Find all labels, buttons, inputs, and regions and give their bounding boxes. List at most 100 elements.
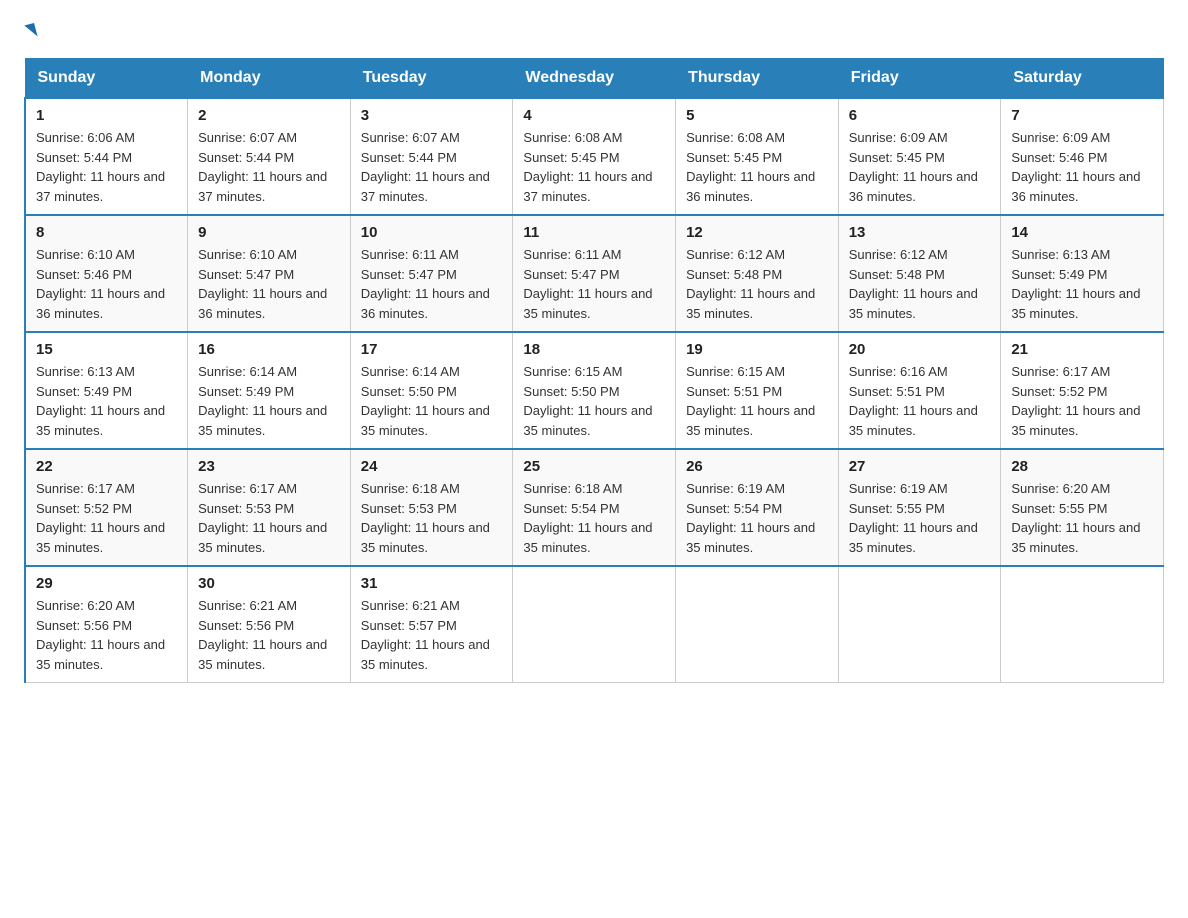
week-row-1: 1Sunrise: 6:06 AMSunset: 5:44 PMDaylight… — [25, 98, 1164, 215]
calendar-table: SundayMondayTuesdayWednesdayThursdayFrid… — [24, 58, 1164, 683]
day-info: Sunrise: 6:06 AMSunset: 5:44 PMDaylight:… — [36, 128, 177, 206]
calendar-header-row: SundayMondayTuesdayWednesdayThursdayFrid… — [25, 59, 1164, 99]
week-row-3: 15 Sunrise: 6:13 AMSunset: 5:49 PMDayligh… — [25, 332, 1164, 449]
calendar-cell: 7 Sunrise: 6:09 AMSunset: 5:46 PMDaylight… — [1001, 98, 1164, 215]
day-info: Sunrise: 6:11 AMSunset: 5:47 PMDaylight:… — [523, 245, 665, 323]
calendar-cell: 24 Sunrise: 6:18 AMSunset: 5:53 PMDayligh… — [350, 449, 513, 566]
week-row-5: 29 Sunrise: 6:20 AMSunset: 5:56 PMDayligh… — [25, 566, 1164, 683]
calendar-cell: 31 Sunrise: 6:21 AMSunset: 5:57 PMDayligh… — [350, 566, 513, 683]
day-header-saturday: Saturday — [1001, 59, 1164, 99]
day-info: Sunrise: 6:19 AMSunset: 5:55 PMDaylight:… — [849, 479, 991, 557]
calendar-cell: 18 Sunrise: 6:15 AMSunset: 5:50 PMDayligh… — [513, 332, 676, 449]
calendar-cell: 30 Sunrise: 6:21 AMSunset: 5:56 PMDayligh… — [188, 566, 351, 683]
day-info: Sunrise: 6:10 AMSunset: 5:46 PMDaylight:… — [36, 245, 177, 323]
calendar-cell: 14Sunrise: 6:13 AMSunset: 5:49 PMDayligh… — [1001, 215, 1164, 332]
day-number: 17 — [361, 341, 503, 358]
day-number: 22 — [36, 458, 177, 475]
day-header-wednesday: Wednesday — [513, 59, 676, 99]
day-number: 27 — [849, 458, 991, 475]
day-number: 23 — [198, 458, 340, 475]
calendar-cell: 11 Sunrise: 6:11 AMSunset: 5:47 PMDayligh… — [513, 215, 676, 332]
calendar-cell — [1001, 566, 1164, 683]
day-number: 4 — [523, 107, 665, 124]
day-info: Sunrise: 6:07 AMSunset: 5:44 PMDaylight:… — [361, 128, 503, 206]
day-number: 21 — [1011, 341, 1153, 358]
calendar-cell: 27 Sunrise: 6:19 AMSunset: 5:55 PMDayligh… — [838, 449, 1001, 566]
day-info: Sunrise: 6:18 AMSunset: 5:54 PMDaylight:… — [523, 479, 665, 557]
day-info: Sunrise: 6:20 AMSunset: 5:56 PMDaylight:… — [36, 596, 177, 674]
day-number: 30 — [198, 575, 340, 592]
calendar-cell: 28Sunrise: 6:20 AMSunset: 5:55 PMDayligh… — [1001, 449, 1164, 566]
day-info: Sunrise: 6:21 AMSunset: 5:57 PMDaylight:… — [361, 596, 503, 674]
calendar-cell: 19 Sunrise: 6:15 AMSunset: 5:51 PMDayligh… — [676, 332, 839, 449]
day-info: Sunrise: 6:12 AMSunset: 5:48 PMDaylight:… — [686, 245, 828, 323]
calendar-cell: 12 Sunrise: 6:12 AMSunset: 5:48 PMDayligh… — [676, 215, 839, 332]
day-number: 18 — [523, 341, 665, 358]
day-header-tuesday: Tuesday — [350, 59, 513, 99]
calendar-cell: 29 Sunrise: 6:20 AMSunset: 5:56 PMDayligh… — [25, 566, 188, 683]
calendar-cell: 13 Sunrise: 6:12 AMSunset: 5:48 PMDayligh… — [838, 215, 1001, 332]
day-number: 31 — [361, 575, 503, 592]
week-row-4: 22 Sunrise: 6:17 AMSunset: 5:52 PMDayligh… — [25, 449, 1164, 566]
day-number: 26 — [686, 458, 828, 475]
day-number: 16 — [198, 341, 340, 358]
day-number: 7 — [1011, 107, 1153, 124]
day-info: Sunrise: 6:09 AMSunset: 5:45 PMDaylight:… — [849, 128, 991, 206]
calendar-cell: 22 Sunrise: 6:17 AMSunset: 5:52 PMDayligh… — [25, 449, 188, 566]
calendar-cell: 16 Sunrise: 6:14 AMSunset: 5:49 PMDayligh… — [188, 332, 351, 449]
logo-triangle-icon — [24, 23, 37, 39]
day-info: Sunrise: 6:10 AMSunset: 5:47 PMDaylight:… — [198, 245, 340, 323]
day-info: Sunrise: 6:14 AMSunset: 5:50 PMDaylight:… — [361, 362, 503, 440]
day-number: 6 — [849, 107, 991, 124]
logo — [24, 24, 36, 38]
calendar-cell: 4 Sunrise: 6:08 AMSunset: 5:45 PMDaylight… — [513, 98, 676, 215]
day-number: 12 — [686, 224, 828, 241]
day-number: 8 — [36, 224, 177, 241]
calendar-cell — [676, 566, 839, 683]
day-number: 24 — [361, 458, 503, 475]
day-header-sunday: Sunday — [25, 59, 188, 99]
calendar-cell: 15 Sunrise: 6:13 AMSunset: 5:49 PMDayligh… — [25, 332, 188, 449]
page-header — [24, 24, 1164, 38]
day-number: 25 — [523, 458, 665, 475]
day-info: Sunrise: 6:18 AMSunset: 5:53 PMDaylight:… — [361, 479, 503, 557]
day-number: 15 — [36, 341, 177, 358]
day-info: Sunrise: 6:17 AMSunset: 5:53 PMDaylight:… — [198, 479, 340, 557]
day-number: 3 — [361, 107, 503, 124]
day-info: Sunrise: 6:20 AMSunset: 5:55 PMDaylight:… — [1011, 479, 1153, 557]
calendar-cell — [838, 566, 1001, 683]
day-info: Sunrise: 6:07 AMSunset: 5:44 PMDaylight:… — [198, 128, 340, 206]
calendar-cell: 21Sunrise: 6:17 AMSunset: 5:52 PMDayligh… — [1001, 332, 1164, 449]
day-header-thursday: Thursday — [676, 59, 839, 99]
day-header-friday: Friday — [838, 59, 1001, 99]
calendar-cell: 10Sunrise: 6:11 AMSunset: 5:47 PMDayligh… — [350, 215, 513, 332]
day-number: 19 — [686, 341, 828, 358]
week-row-2: 8 Sunrise: 6:10 AMSunset: 5:46 PMDaylight… — [25, 215, 1164, 332]
day-number: 9 — [198, 224, 340, 241]
calendar-cell: 2 Sunrise: 6:07 AMSunset: 5:44 PMDaylight… — [188, 98, 351, 215]
day-info: Sunrise: 6:19 AMSunset: 5:54 PMDaylight:… — [686, 479, 828, 557]
day-info: Sunrise: 6:14 AMSunset: 5:49 PMDaylight:… — [198, 362, 340, 440]
day-info: Sunrise: 6:08 AMSunset: 5:45 PMDaylight:… — [686, 128, 828, 206]
day-info: Sunrise: 6:12 AMSunset: 5:48 PMDaylight:… — [849, 245, 991, 323]
calendar-cell: 1Sunrise: 6:06 AMSunset: 5:44 PMDaylight… — [25, 98, 188, 215]
day-number: 11 — [523, 224, 665, 241]
calendar-cell: 6 Sunrise: 6:09 AMSunset: 5:45 PMDaylight… — [838, 98, 1001, 215]
day-info: Sunrise: 6:21 AMSunset: 5:56 PMDaylight:… — [198, 596, 340, 674]
day-info: Sunrise: 6:15 AMSunset: 5:50 PMDaylight:… — [523, 362, 665, 440]
calendar-cell: 9 Sunrise: 6:10 AMSunset: 5:47 PMDaylight… — [188, 215, 351, 332]
day-info: Sunrise: 6:08 AMSunset: 5:45 PMDaylight:… — [523, 128, 665, 206]
day-number: 20 — [849, 341, 991, 358]
day-info: Sunrise: 6:15 AMSunset: 5:51 PMDaylight:… — [686, 362, 828, 440]
day-info: Sunrise: 6:13 AMSunset: 5:49 PMDaylight:… — [36, 362, 177, 440]
day-number: 10 — [361, 224, 503, 241]
calendar-cell: 3 Sunrise: 6:07 AMSunset: 5:44 PMDaylight… — [350, 98, 513, 215]
calendar-cell: 5Sunrise: 6:08 AMSunset: 5:45 PMDaylight… — [676, 98, 839, 215]
day-info: Sunrise: 6:09 AMSunset: 5:46 PMDaylight:… — [1011, 128, 1153, 206]
day-number: 29 — [36, 575, 177, 592]
day-number: 2 — [198, 107, 340, 124]
day-info: Sunrise: 6:17 AMSunset: 5:52 PMDaylight:… — [36, 479, 177, 557]
calendar-cell — [513, 566, 676, 683]
calendar-cell: 25 Sunrise: 6:18 AMSunset: 5:54 PMDayligh… — [513, 449, 676, 566]
day-number: 13 — [849, 224, 991, 241]
